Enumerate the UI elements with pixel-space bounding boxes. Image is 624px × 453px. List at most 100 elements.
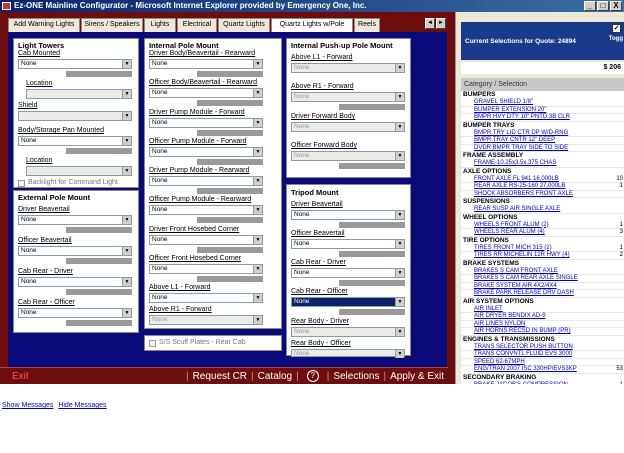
chevron-down-icon: ▼	[395, 328, 404, 336]
tripod-rear-body-driver-select[interactable]: None ▼	[291, 327, 405, 337]
category-heading: WHEEL OPTIONS	[463, 213, 518, 221]
backlight-checkbox[interactable]	[18, 180, 25, 187]
officer-hosebed-select[interactable]: None ▼	[149, 264, 263, 274]
tab-scroll-left-icon[interactable]: ◄	[425, 18, 435, 29]
selection-item[interactable]: BRAKES S CAM REAR AXLE SINGLE	[461, 275, 624, 283]
chevron-down-icon: ▼	[122, 278, 131, 286]
driver-pump-forward-select[interactable]: None ▼	[149, 118, 263, 128]
pushup-above-r1-select[interactable]: None ▼	[291, 92, 405, 102]
tab-quartz-lights-pole[interactable]: Quartz Lights w/Pole	[271, 18, 353, 32]
selection-item[interactable]: AIR INLET	[461, 305, 624, 313]
selection-item[interactable]: ENG/TRAN 2007 ISC 330HP/EVS3KP 53	[461, 366, 624, 374]
driver-beavertail-select[interactable]: None ▼	[18, 215, 132, 225]
selection-item[interactable]: SPEED 62-67MPH	[461, 359, 624, 366]
location-select[interactable]: ▼	[26, 89, 132, 99]
selection-item[interactable]: TIRES FRONT MICH 315 (2) 1	[461, 245, 624, 252]
help-icon[interactable]: ?	[306, 370, 319, 382]
selection-item-qty: 1	[619, 183, 623, 189]
price-bar	[197, 130, 263, 136]
selection-item[interactable]: BRAKE PARK RELEASE DRV DASH	[461, 290, 624, 298]
tripod-cab-rear-officer-select[interactable]: None ▼	[291, 297, 405, 307]
pushup-above-r1-label: Above R1 - Forward	[291, 83, 354, 90]
officer-beavertail-label: Officer Beavertail	[18, 237, 72, 244]
tripod-cab-rear-officer-label: Cab Rear - Officer	[291, 288, 348, 295]
pushup-driver-fwd-select[interactable]: None ▼	[291, 122, 405, 132]
exit-link[interactable]: Exit	[12, 371, 29, 382]
pushup-officer-fwd-select[interactable]: None ▼	[291, 151, 405, 161]
tripod-officer-beavertail-select[interactable]: None ▼	[291, 239, 405, 249]
catalog-link[interactable]: Catalog	[258, 371, 292, 382]
price-bar	[339, 163, 405, 169]
officer-body-rearward-select[interactable]: None ▼	[149, 88, 263, 98]
driver-pump-forward-label: Driver Pump Module - Forward	[149, 109, 245, 116]
selection-item[interactable]: TRANS CONVNTL FLUID EVS 3000	[461, 351, 624, 359]
quote-total: $ 206	[461, 62, 624, 74]
chevron-down-icon: ▼	[395, 211, 404, 219]
selection-item[interactable]: BMPR TRY LID CTR DP W/D-RNG	[461, 130, 624, 137]
selection-item-label: AIR HORNS RECSD IN BUMP (PR)	[474, 328, 571, 334]
price-bar	[197, 159, 263, 165]
cab-rear-officer-select[interactable]: None ▼	[18, 308, 132, 318]
above-r1-select[interactable]: None ▼	[149, 315, 263, 325]
selection-item[interactable]: TRANS SELECTOR PUSH BUTTON	[461, 344, 624, 351]
selection-item[interactable]: BMPR HVY DTY 10" PNTD 3B CLR	[461, 114, 624, 122]
tab-lights[interactable]: Lights	[144, 18, 176, 32]
category-heading: FRAME ASSEMBLY	[463, 152, 524, 159]
selection-item[interactable]: AIR DRYER BENDIX AD-9	[461, 313, 624, 321]
close-button[interactable]: X	[610, 1, 622, 11]
pushup-above-l1-select[interactable]: None ▼	[291, 63, 405, 73]
selection-item[interactable]: BMPR TRAY CNTR 12" DEEP	[461, 137, 624, 145]
driver-pump-rearward-select[interactable]: None ▼	[149, 176, 263, 186]
selection-item[interactable]: AIR HORNS RECSD IN BUMP (PR)	[461, 328, 624, 336]
maximize-button[interactable]: □	[597, 1, 609, 11]
selection-item[interactable]: DVDR BMPR TRAY SIDE TO SIDE	[461, 145, 624, 152]
shield-select[interactable]: ▼	[18, 111, 132, 121]
selection-item[interactable]: REAR AXLE RS-25-160 27,000LB 1	[461, 183, 624, 191]
cab-rear-driver-select[interactable]: None ▼	[18, 277, 132, 287]
selection-item[interactable]: GRAVEL SHIELD 1/8"	[461, 99, 624, 107]
toggle-checkbox[interactable]: ✓	[612, 24, 621, 33]
minimize-button[interactable]: _	[584, 1, 596, 11]
request-cr-link[interactable]: Request CR	[193, 371, 247, 382]
above-l1-select[interactable]: None ▼	[149, 293, 263, 303]
selection-item[interactable]: SHOCK ABSORBERS FRONT AXLE	[461, 191, 624, 198]
driver-body-rearward-select[interactable]: None ▼	[149, 59, 263, 69]
selection-item[interactable]: REAR SUSP AIR SINGLE AXLE	[461, 206, 624, 214]
tab-electrical[interactable]: Electrical	[177, 18, 217, 32]
tab-sirens-speakers[interactable]: Sirens / Speakers	[81, 18, 143, 32]
selection-item[interactable]: BRAKE JACOB'S COMPRESSION 1	[461, 382, 624, 385]
officer-pump-forward-select[interactable]: None ▼	[149, 147, 263, 157]
tripod-driver-beavertail-select[interactable]: None ▼	[291, 210, 405, 220]
location-2-select[interactable]: ▼	[26, 166, 132, 176]
tab-scroll-right-icon[interactable]: ►	[436, 18, 446, 29]
show-messages-link[interactable]: Show Messages	[2, 402, 53, 409]
selection-item[interactable]: WHEELS REAR ALUM (4) 3	[461, 229, 624, 237]
tripod-rear-body-officer-select[interactable]: None ▼	[291, 349, 405, 358]
scuff-plates-checkbox[interactable]	[149, 340, 156, 347]
scuff-plates-panel: S/S Scuff Plates - Rear Cab	[144, 335, 282, 351]
hide-messages-link[interactable]: Hide Messages	[58, 402, 106, 409]
location-2-label: Location	[26, 157, 53, 164]
selection-item-label: AIR INLET	[474, 305, 503, 312]
tab-reels[interactable]: Reels	[354, 18, 380, 32]
selection-item[interactable]: BUMPER EXTENSION 20"	[461, 107, 624, 114]
selections-link[interactable]: Selections	[333, 371, 379, 382]
body-storage-select[interactable]: None ▼	[18, 136, 132, 146]
tripod-cab-rear-driver-select[interactable]: None ▼	[291, 268, 405, 278]
selection-item[interactable]: FRONT AXLE FL 941 16,000LB 10	[461, 176, 624, 183]
selection-item[interactable]: TIRES RR MICHELIN 12R HWY (4) 2	[461, 252, 624, 260]
driver-hosebed-select[interactable]: None ▼	[149, 235, 263, 245]
selection-item[interactable]: BRAKES S CAM FRONT AXLE	[461, 268, 624, 275]
tab-add-warning-lights[interactable]: Add Warning Lights	[8, 18, 80, 32]
selection-item[interactable]: FRAME-10.25x3.5x.375 CHAS	[461, 160, 624, 168]
apply-exit-link[interactable]: Apply & Exit	[390, 371, 444, 382]
selection-item[interactable]: AIR LINES NYLON	[461, 321, 624, 328]
ie-app-icon	[2, 2, 11, 10]
selection-item[interactable]: BRAKE SYSTEM AIR 4X2/4X4	[461, 283, 624, 290]
officer-pump-rearward-select[interactable]: None ▼	[149, 205, 263, 215]
cab-mounted-select[interactable]: None ▼	[18, 59, 132, 69]
officer-beavertail-select[interactable]: None ▼	[18, 246, 132, 256]
selection-item[interactable]: WHEELS FRONT ALUM (2) 1	[461, 222, 624, 229]
tab-quartz-lights[interactable]: Quartz Lights	[218, 18, 270, 32]
selection-item-label: BRAKE JACOB'S COMPRESSION	[474, 382, 568, 385]
